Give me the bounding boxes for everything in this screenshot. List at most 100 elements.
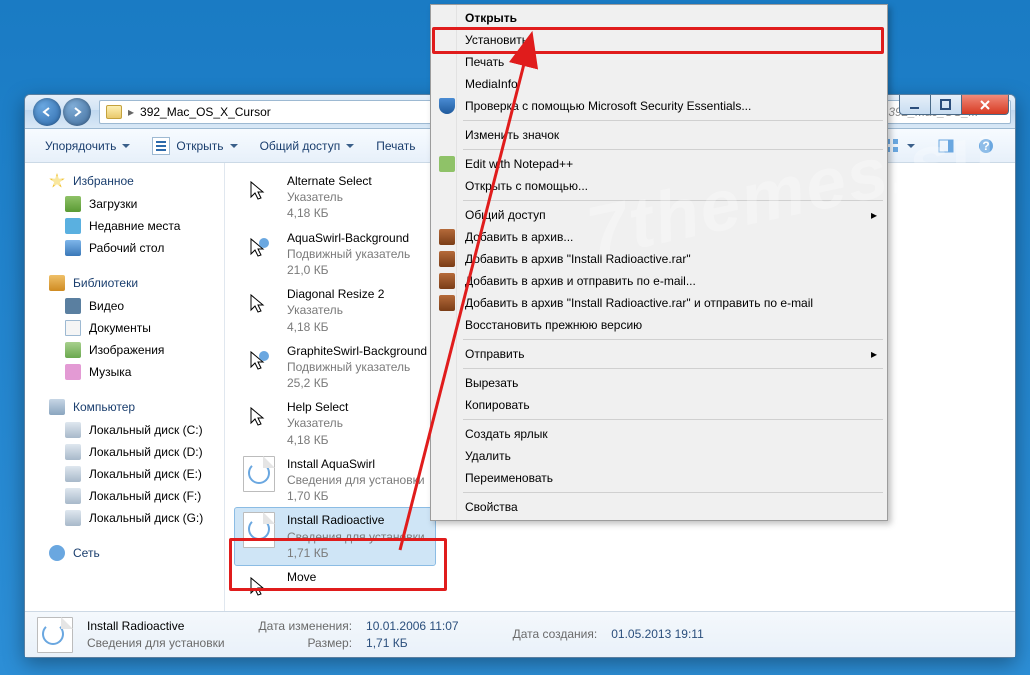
drive-icon — [65, 466, 81, 482]
file-item[interactable]: GraphiteSwirl-BackgroundПодвижный указат… — [235, 339, 435, 396]
details-pane: Install Radioactive Сведения для установ… — [25, 611, 1015, 657]
file-item[interactable]: Move — [235, 565, 435, 609]
ctx-restore[interactable]: Восстановить прежнюю версию — [433, 314, 885, 336]
file-name: Alternate Select — [287, 173, 372, 189]
sidebar-network-header[interactable]: Сеть — [25, 541, 224, 565]
minimize-button[interactable] — [899, 95, 931, 115]
context-menu: Открыть Установить Печать MediaInfo Пров… — [430, 4, 888, 521]
sidebar-libraries-header[interactable]: Библиотеки — [25, 271, 224, 295]
ctx-add-archive[interactable]: Добавить в архив... — [433, 226, 885, 248]
open-button[interactable]: Открыть — [142, 133, 247, 159]
cursor-icon — [241, 173, 277, 209]
drive-icon — [65, 510, 81, 526]
sidebar-item-drive-e[interactable]: Локальный диск (E:) — [25, 463, 224, 485]
cursor-icon — [241, 399, 277, 435]
file-size: 4,18 КБ — [287, 432, 348, 448]
star-icon — [49, 173, 65, 189]
file-item[interactable]: Diagonal Resize 2Указатель4,18 КБ — [235, 282, 435, 339]
status-file-type: Сведения для установки — [87, 635, 225, 651]
ctx-open[interactable]: Открыть — [433, 7, 885, 29]
print-button[interactable]: Печать — [366, 135, 425, 157]
winrar-icon — [439, 229, 455, 245]
sidebar-item-pictures[interactable]: Изображения — [25, 339, 224, 361]
ctx-send-to[interactable]: Отправить — [433, 343, 885, 365]
ctx-rename[interactable]: Переименовать — [433, 467, 885, 489]
ctx-share[interactable]: Общий доступ — [433, 204, 885, 226]
ctx-print[interactable]: Печать — [433, 51, 885, 73]
file-name: Install AquaSwirl — [287, 456, 425, 472]
file-type: Указатель — [287, 415, 348, 431]
file-type: Сведения для установки — [287, 529, 425, 545]
sidebar: Избранное Загрузки Недавние места Рабочи… — [25, 163, 225, 611]
ctx-change-icon[interactable]: Изменить значок — [433, 124, 885, 146]
sidebar-item-videos[interactable]: Видео — [25, 295, 224, 317]
status-file-name: Install Radioactive — [87, 618, 225, 634]
share-button[interactable]: Общий доступ — [250, 135, 365, 157]
sidebar-item-drive-f[interactable]: Локальный диск (F:) — [25, 485, 224, 507]
drive-icon — [65, 422, 81, 438]
ctx-cut[interactable]: Вырезать — [433, 372, 885, 394]
ctx-install[interactable]: Установить — [433, 29, 885, 51]
ctx-add-archive-named[interactable]: Добавить в архив "Install Radioactive.ra… — [433, 248, 885, 270]
desktop-icon — [65, 240, 81, 256]
file-item[interactable]: Install RadioactiveСведения для установк… — [235, 508, 435, 565]
ctx-add-send[interactable]: Добавить в архив и отправить по e-mail..… — [433, 270, 885, 292]
file-type: Подвижный указатель — [287, 359, 427, 375]
help-button[interactable]: ? — [967, 133, 1005, 159]
libraries-icon — [49, 275, 65, 291]
breadcrumb-sep: ▸ — [128, 105, 134, 119]
computer-icon — [49, 399, 65, 415]
ctx-edit-notepadpp[interactable]: Edit with Notepad++ — [433, 153, 885, 175]
drive-icon — [65, 488, 81, 504]
sidebar-favorites-header[interactable]: Избранное — [25, 169, 224, 193]
window-controls — [900, 95, 1009, 115]
drive-icon — [65, 444, 81, 460]
sidebar-item-desktop[interactable]: Рабочий стол — [25, 237, 224, 259]
file-size: 4,18 КБ — [287, 319, 384, 335]
file-size: 1,71 КБ — [287, 545, 425, 561]
file-item[interactable]: Help SelectУказатель4,18 КБ — [235, 395, 435, 452]
status-size-value: 1,71 КБ — [366, 635, 459, 651]
nav-forward-button[interactable] — [63, 98, 91, 126]
close-button[interactable] — [961, 95, 1009, 115]
ctx-delete[interactable]: Удалить — [433, 445, 885, 467]
ctx-copy[interactable]: Копировать — [433, 394, 885, 416]
recent-icon — [65, 218, 81, 234]
organize-button[interactable]: Упорядочить — [35, 135, 140, 157]
winrar-icon — [439, 295, 455, 311]
sidebar-computer-header[interactable]: Компьютер — [25, 395, 224, 419]
sidebar-item-drive-c[interactable]: Локальный диск (C:) — [25, 419, 224, 441]
ctx-properties[interactable]: Свойства — [433, 496, 885, 518]
maximize-button[interactable] — [930, 95, 962, 115]
documents-icon — [65, 320, 81, 336]
winrar-icon — [439, 273, 455, 289]
sidebar-item-drive-g[interactable]: Локальный диск (G:) — [25, 507, 224, 529]
file-item[interactable]: Alternate SelectУказатель4,18 КБ — [235, 169, 435, 226]
file-name: Help Select — [287, 399, 348, 415]
ctx-create-shortcut[interactable]: Создать ярлык — [433, 423, 885, 445]
nav-back-button[interactable] — [33, 98, 61, 126]
ctx-add-named-send[interactable]: Добавить в архив "Install Radioactive.ra… — [433, 292, 885, 314]
cursor-icon — [241, 286, 277, 322]
sidebar-item-documents[interactable]: Документы — [25, 317, 224, 339]
sidebar-item-downloads[interactable]: Загрузки — [25, 193, 224, 215]
cursor-icon — [241, 569, 277, 605]
sidebar-item-recent[interactable]: Недавние места — [25, 215, 224, 237]
file-name: AquaSwirl-Background — [287, 230, 410, 246]
ctx-mediainfo[interactable]: MediaInfo — [433, 73, 885, 95]
breadcrumb-folder[interactable]: 392_Mac_OS_X_Cursor — [140, 105, 271, 119]
inf-file-icon — [241, 512, 277, 548]
sidebar-item-drive-d[interactable]: Локальный диск (D:) — [25, 441, 224, 463]
file-item[interactable]: Install AquaSwirlСведения для установки1… — [235, 452, 435, 509]
svg-text:?: ? — [982, 139, 989, 153]
network-icon — [49, 545, 65, 561]
file-item[interactable]: AquaSwirl-BackgroundПодвижный указатель2… — [235, 226, 435, 283]
folder-icon — [106, 105, 122, 119]
inf-file-icon — [241, 456, 277, 492]
preview-pane-button[interactable] — [927, 133, 965, 159]
status-modified-label: Дата изменения: — [259, 618, 353, 634]
ctx-mse[interactable]: Проверка с помощью Microsoft Security Es… — [433, 95, 885, 117]
status-created-value: 01.05.2013 19:11 — [611, 626, 704, 642]
ctx-open-with[interactable]: Открыть с помощью... — [433, 175, 885, 197]
sidebar-item-music[interactable]: Музыка — [25, 361, 224, 383]
